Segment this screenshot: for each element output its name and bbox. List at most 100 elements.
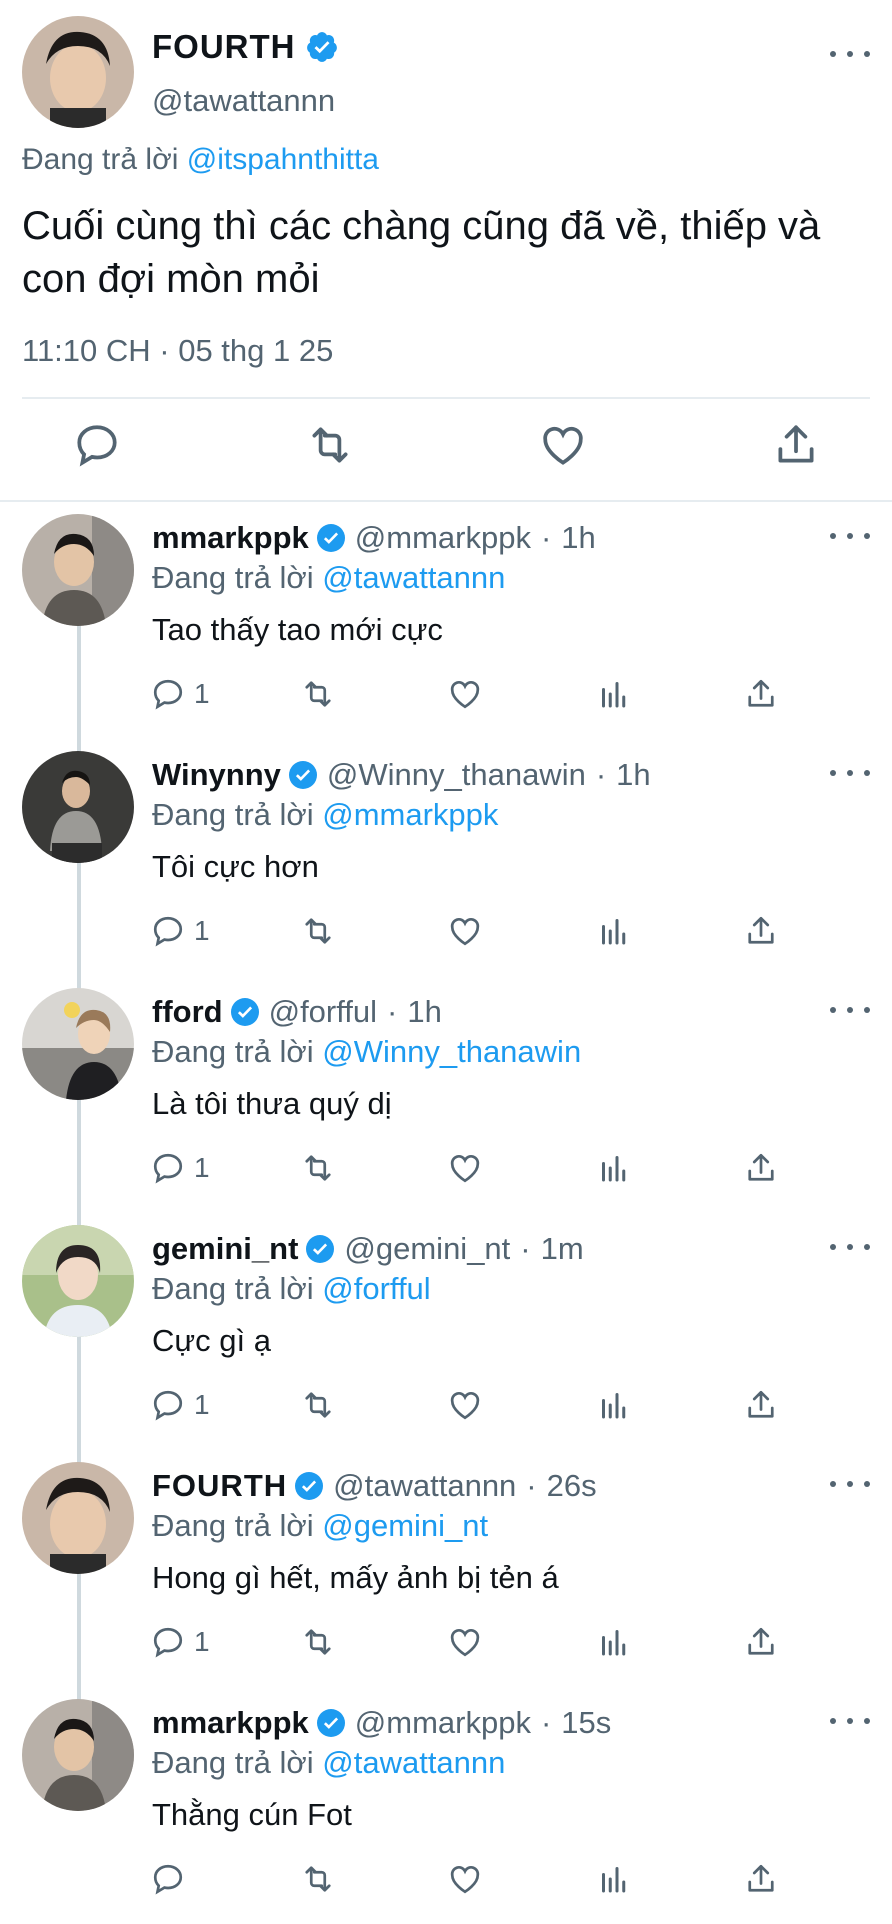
analytics-button[interactable] <box>596 1859 632 1899</box>
retweet-icon[interactable] <box>305 420 355 470</box>
mention-link[interactable]: @tawattannn <box>322 560 505 595</box>
author-handle[interactable]: @mmarkppk <box>355 520 531 556</box>
author-name[interactable]: FOURTH <box>152 28 339 66</box>
reply-button[interactable]: 1 <box>150 1148 210 1188</box>
avatar[interactable] <box>22 1462 134 1574</box>
reply-text: Thằng cún Fot <box>152 1797 352 1832</box>
reply-actions: 1 <box>0 1385 892 1425</box>
reply-button[interactable]: 1 <box>150 1622 210 1662</box>
retweet-button[interactable] <box>300 674 336 714</box>
author-handle[interactable]: @tawattannn <box>152 83 335 119</box>
avatar[interactable] <box>22 1699 134 1811</box>
more-options-icon[interactable] <box>830 1472 870 1496</box>
author-name[interactable]: gemini_nt <box>152 1231 298 1267</box>
like-button[interactable] <box>447 1385 483 1425</box>
retweet-button[interactable] <box>300 1622 336 1662</box>
analytics-button[interactable] <box>596 1385 632 1425</box>
share-button[interactable] <box>743 1859 779 1899</box>
mention-link[interactable]: @gemini_nt <box>322 1508 488 1543</box>
reply-tweet[interactable]: Winynny @Winny_thanawin · 1h Đang trả lờ… <box>0 739 892 976</box>
reply-tweet[interactable]: gemini_nt @gemini_nt · 1m Đang trả lời @… <box>0 1213 892 1450</box>
like-button[interactable] <box>447 1622 483 1662</box>
author-name-text[interactable]: FOURTH <box>152 28 295 66</box>
avatar[interactable] <box>22 988 134 1100</box>
reply-icon <box>153 1864 183 1895</box>
reply-text: Tôi cực hơn <box>152 849 319 884</box>
reply-button[interactable]: 1 <box>150 911 210 951</box>
more-options-icon[interactable] <box>830 761 870 785</box>
share-button[interactable] <box>743 1385 779 1425</box>
analytics-icon <box>602 1630 626 1656</box>
retweet-button[interactable] <box>300 1385 336 1425</box>
analytics-button[interactable] <box>596 1148 632 1188</box>
reply-text: Là tôi thưa quý dị <box>152 1086 392 1121</box>
author-name[interactable]: Winynny <box>152 757 281 793</box>
replying-to: Đang trả lời @tawattannn <box>152 1745 505 1781</box>
avatar[interactable] <box>22 751 134 863</box>
share-button[interactable] <box>743 674 779 714</box>
more-options-icon[interactable] <box>830 1709 870 1733</box>
reply-timestamp[interactable]: 1h <box>561 520 595 556</box>
analytics-icon <box>602 1393 626 1419</box>
replying-label: Đang trả lời <box>152 560 314 595</box>
tweet-timestamp[interactable]: 11:10 CH · 05 thg 1 25 <box>22 333 333 369</box>
reply-tweet[interactable]: FOURTH @tawattannn · 26s Đang trả lời @g… <box>0 1450 892 1687</box>
mention-link[interactable]: @forfful <box>322 1271 430 1306</box>
like-button[interactable] <box>447 1859 483 1899</box>
more-options-icon[interactable] <box>830 1235 870 1259</box>
mention-link[interactable]: @tawattannn <box>322 1745 505 1780</box>
reply-tweet[interactable]: mmarkppk @mmarkppk · 15s Đang trả lời @t… <box>0 1687 892 1924</box>
more-options-icon[interactable] <box>830 524 870 548</box>
like-icon <box>450 1866 480 1894</box>
mention-link[interactable]: @mmarkppk <box>322 797 498 832</box>
like-button[interactable] <box>447 674 483 714</box>
tweet-text: Cuối cùng thì các chàng cũng đã về, thiế… <box>22 204 821 301</box>
author-name[interactable]: mmarkppk <box>152 1705 309 1741</box>
author-name[interactable]: FOURTH <box>152 1468 287 1504</box>
avatar[interactable] <box>22 514 134 626</box>
author-handle[interactable]: @mmarkppk <box>355 1705 531 1741</box>
more-options-icon[interactable] <box>830 998 870 1022</box>
reply-header: mmarkppk @mmarkppk · 1h <box>152 520 596 556</box>
share-button[interactable] <box>743 1148 779 1188</box>
author-name[interactable]: mmarkppk <box>152 520 309 556</box>
mention-link[interactable]: @Winny_thanawin <box>322 1034 581 1069</box>
retweet-button[interactable] <box>300 1859 336 1899</box>
author-handle[interactable]: @gemini_nt <box>344 1231 510 1267</box>
more-options-icon[interactable] <box>830 42 870 66</box>
retweet-icon <box>305 1155 331 1181</box>
author-handle[interactable]: @forfful <box>269 994 377 1030</box>
reply-timestamp[interactable]: 26s <box>547 1468 597 1504</box>
verified-badge-icon <box>295 1472 324 1500</box>
reply-tweet[interactable]: mmarkppk @mmarkppk · 1h Đang trả lời @ta… <box>0 502 892 739</box>
retweet-button[interactable] <box>300 1148 336 1188</box>
reply-timestamp[interactable]: 15s <box>561 1705 611 1741</box>
share-button[interactable] <box>743 911 779 951</box>
reply-button[interactable] <box>150 1859 194 1899</box>
reply-button[interactable]: 1 <box>150 674 210 714</box>
reply-timestamp[interactable]: 1m <box>541 1231 584 1267</box>
like-button[interactable] <box>447 1148 483 1188</box>
author-handle[interactable]: @Winny_thanawin <box>327 757 586 793</box>
reply-icon <box>153 679 183 710</box>
reply-button[interactable]: 1 <box>150 1385 210 1425</box>
author-name[interactable]: fford <box>152 994 223 1030</box>
like-button[interactable] <box>447 911 483 951</box>
reply-timestamp[interactable]: 1h <box>407 994 441 1030</box>
avatar[interactable] <box>22 16 134 128</box>
analytics-button[interactable] <box>596 911 632 951</box>
analytics-button[interactable] <box>596 1622 632 1662</box>
retweet-button[interactable] <box>300 911 336 951</box>
separator: · <box>595 757 607 792</box>
share-icon <box>748 1627 774 1655</box>
reply-tweet[interactable]: fford @forfful · 1h Đang trả lời @Winny_… <box>0 976 892 1213</box>
mention-link[interactable]: @itspahnthitta <box>187 143 379 176</box>
avatar[interactable] <box>22 1225 134 1337</box>
author-handle[interactable]: @tawattannn <box>333 1468 516 1504</box>
share-icon[interactable] <box>771 420 821 470</box>
analytics-button[interactable] <box>596 674 632 714</box>
reply-timestamp[interactable]: 1h <box>616 757 650 793</box>
like-icon[interactable] <box>538 420 588 470</box>
reply-icon[interactable] <box>72 420 122 470</box>
share-button[interactable] <box>743 1622 779 1662</box>
